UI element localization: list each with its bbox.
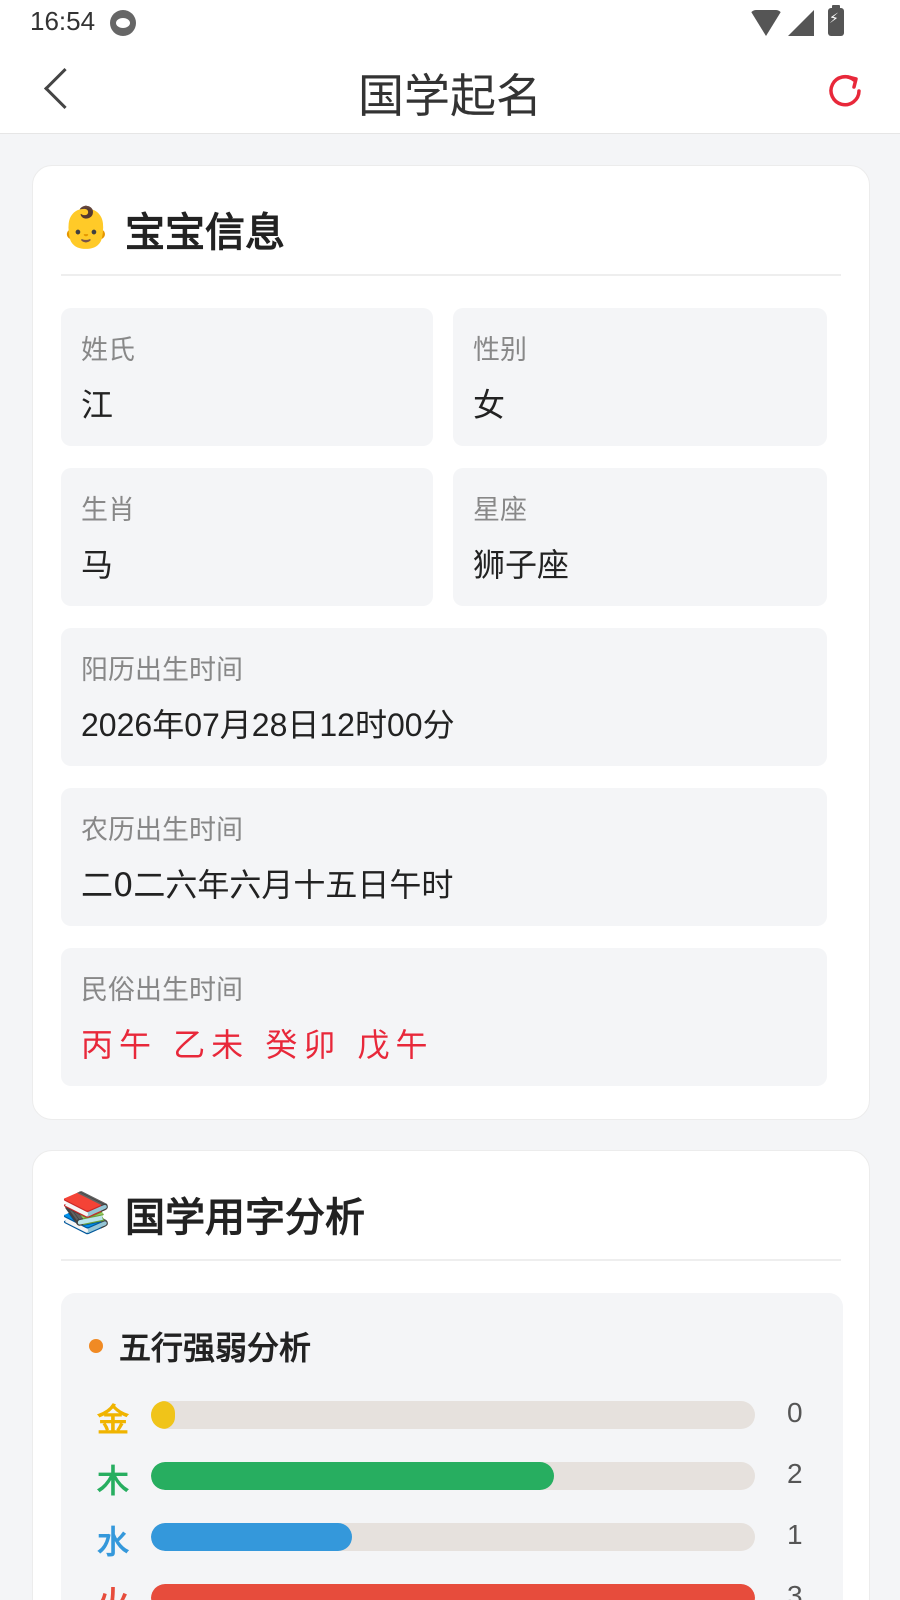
wuxing-row: 火3 xyxy=(97,1578,817,1600)
constellation-field: 星座 狮子座 xyxy=(453,468,827,606)
baby-info-card: 👶 宝宝信息 姓氏 江 性别 女 生肖 马 星座 狮子座 阳历出生时间 2026… xyxy=(32,165,870,1120)
solar-birth-field: 阳历出生时间 2026年07月28日12时00分 xyxy=(61,628,827,766)
surname-value: 江 xyxy=(81,386,114,424)
wuxing-count: 1 xyxy=(787,1519,803,1550)
wuxing-fill xyxy=(151,1523,353,1551)
status-bar: 16:54 xyxy=(0,0,900,48)
wuxing-track xyxy=(151,1523,755,1551)
wifi-icon xyxy=(750,10,782,36)
wuxing-track xyxy=(151,1462,755,1490)
status-icons xyxy=(750,5,870,40)
baby-icon: 👶 xyxy=(61,205,111,251)
wuxing-row: 金0 xyxy=(97,1395,817,1439)
folk-birth-label: 民俗出生时间 xyxy=(81,975,243,1006)
wuxing-row: 水1 xyxy=(97,1517,817,1561)
notification-face-icon xyxy=(110,10,136,36)
wuxing-element-label: 金 xyxy=(97,1401,130,1439)
constellation-label: 星座 xyxy=(473,495,527,526)
refresh-button[interactable] xyxy=(822,68,868,114)
folk-birth-field: 民俗出生时间 丙午 乙未 癸卯 戊午 xyxy=(61,948,827,1086)
analysis-header: 📚 国学用字分析 xyxy=(61,1181,841,1261)
wuxing-row: 木2 xyxy=(97,1456,817,1500)
solar-birth-value: 2026年07月28日12时00分 xyxy=(81,707,455,743)
zodiac-label: 生肖 xyxy=(81,495,135,526)
lunar-birth-label: 农历出生时间 xyxy=(81,815,243,846)
wuxing-count: 3 xyxy=(787,1580,803,1600)
gender-value: 女 xyxy=(473,386,506,424)
wuxing-count: 0 xyxy=(787,1397,803,1428)
wuxing-title: 五行强弱分析 xyxy=(119,1329,312,1367)
wuxing-fill xyxy=(151,1584,755,1600)
zodiac-field: 生肖 马 xyxy=(61,468,433,606)
wuxing-count: 2 xyxy=(787,1458,803,1489)
surname-field: 姓氏 江 xyxy=(61,308,433,446)
wuxing-element-label: 火 xyxy=(97,1578,129,1600)
books-icon: 📚 xyxy=(61,1190,111,1236)
wuxing-element-label: 水 xyxy=(97,1523,130,1561)
folk-birth-value: 丙午 乙未 癸卯 戊午 xyxy=(81,1026,434,1064)
battery-charging-icon xyxy=(828,5,844,36)
analysis-card: 📚 国学用字分析 五行强弱分析 金0木2水1火3 xyxy=(32,1150,870,1600)
nav-bar: 国学起名 xyxy=(0,48,900,134)
wuxing-fill xyxy=(151,1401,175,1429)
refresh-icon xyxy=(829,74,861,107)
wuxing-element-label: 木 xyxy=(97,1462,130,1500)
gender-label: 性别 xyxy=(473,335,527,366)
solar-birth-label: 阳历出生时间 xyxy=(81,655,243,686)
lunar-birth-value: 二0二六年六月十五日午时 xyxy=(81,866,454,904)
baby-info-header: 👶 宝宝信息 xyxy=(61,196,841,276)
status-time: 16:54 xyxy=(30,6,96,36)
wuxing-track xyxy=(151,1401,755,1429)
constellation-value: 狮子座 xyxy=(473,546,570,584)
bullet-dot-icon xyxy=(89,1339,103,1353)
wuxing-track xyxy=(151,1584,755,1600)
baby-info-title: 宝宝信息 xyxy=(125,210,285,256)
cellular-signal-icon xyxy=(788,10,814,36)
wuxing-panel: 五行强弱分析 金0木2水1火3 xyxy=(61,1293,843,1600)
zodiac-value: 马 xyxy=(81,546,114,584)
wuxing-fill xyxy=(151,1462,554,1490)
gender-field: 性别 女 xyxy=(453,308,827,446)
analysis-title: 国学用字分析 xyxy=(125,1195,365,1241)
page-title: 国学起名 xyxy=(358,69,542,123)
surname-label: 姓氏 xyxy=(81,335,135,366)
lunar-birth-field: 农历出生时间 二0二六年六月十五日午时 xyxy=(61,788,827,926)
